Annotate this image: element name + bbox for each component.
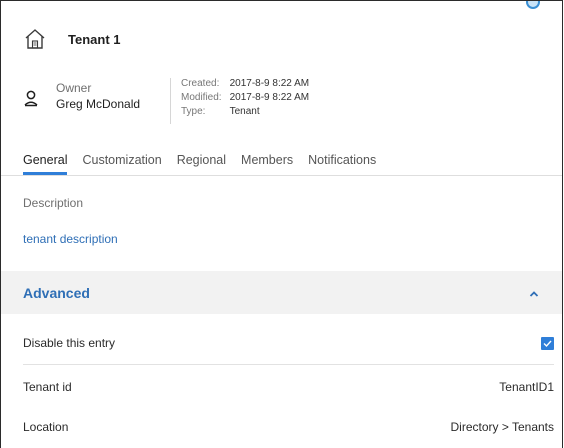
tab-notifications[interactable]: Notifications [308, 153, 376, 173]
tab-members[interactable]: Members [241, 153, 293, 173]
modified-label: Modified: [181, 92, 222, 103]
location-row: Location Directory > Tenants [23, 418, 554, 436]
disable-entry-label: Disable this entry [23, 336, 116, 350]
chevron-up-icon[interactable] [528, 287, 540, 299]
tab-general[interactable]: General [23, 153, 68, 175]
tenant-id-value: TenantID1 [499, 380, 554, 394]
created-value: 2017-8-9 8:22 AM [229, 78, 310, 89]
disable-entry-row: Disable this entry [23, 334, 554, 352]
user-icon [23, 89, 39, 107]
tenant-id-label: Tenant id [23, 380, 72, 394]
owner-text: Owner Greg McDonald [56, 81, 140, 111]
meta-info: Created: 2017-8-9 8:22 AM Modified: 2017… [181, 78, 309, 117]
owner-name: Greg McDonald [56, 97, 141, 111]
tenant-id-row: Tenant id TenantID1 [23, 378, 554, 396]
tenant-header: Tenant 1 Owner Greg McDonald Created: 20… [1, 1, 562, 151]
tenant-details-panel: Tenant 1 Owner Greg McDonald Created: 20… [0, 0, 563, 448]
description-value: tenant description [23, 232, 118, 246]
created-label: Created: [181, 78, 220, 89]
house-icon [23, 27, 47, 51]
location-label: Location [23, 420, 69, 434]
type-label: Type: [181, 106, 206, 117]
meta-divider [170, 78, 171, 124]
modified-value: 2017-8-9 8:22 AM [229, 92, 310, 103]
row-divider [23, 364, 554, 365]
checkmark-icon [543, 340, 552, 347]
disable-entry-checkbox[interactable] [541, 336, 554, 350]
location-value: Directory > Tenants [450, 420, 555, 434]
tabs-divider [1, 175, 562, 176]
owner-label: Owner [56, 81, 92, 95]
title-row: Tenant 1 [23, 26, 121, 52]
advanced-title: Advanced [23, 284, 90, 301]
tab-customization[interactable]: Customization [82, 153, 161, 173]
tab-bar: General Customization Regional Members N… [23, 153, 391, 175]
page-title: Tenant 1 [68, 31, 121, 47]
type-value: Tenant [229, 106, 260, 117]
tab-regional[interactable]: Regional [177, 153, 226, 173]
advanced-section-header[interactable]: Advanced [1, 271, 562, 314]
description-label: Description [23, 196, 84, 210]
owner-block: Owner Greg McDonald [23, 81, 140, 111]
